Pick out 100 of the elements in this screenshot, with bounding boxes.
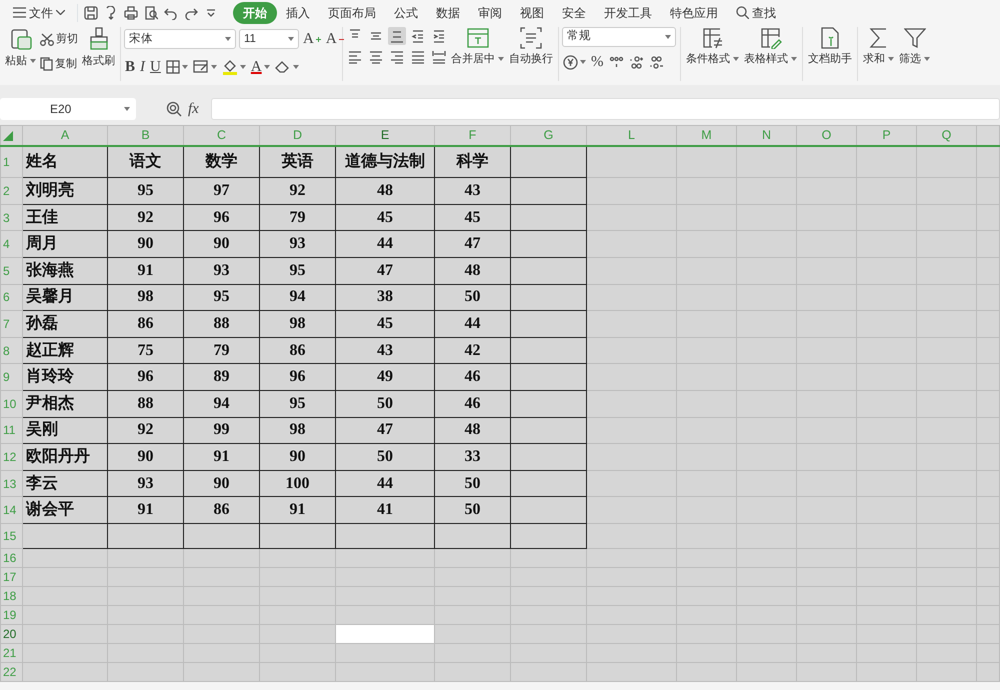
file-menu[interactable]: 文件 xyxy=(4,4,74,22)
row-header[interactable]: 15 xyxy=(0,523,22,548)
row-header[interactable]: 18 xyxy=(0,586,22,606)
column-header[interactable]: D xyxy=(260,126,336,146)
table-cell: 45 xyxy=(434,204,510,231)
row-header[interactable]: 10 xyxy=(0,390,22,418)
row-header[interactable]: 13 xyxy=(0,470,22,497)
font-size-select[interactable]: 11 xyxy=(239,29,299,50)
row-header[interactable]: 11 xyxy=(0,417,22,444)
table-cell: 88 xyxy=(108,390,184,418)
print-preview-icon[interactable] xyxy=(144,6,158,20)
formula-input[interactable] xyxy=(210,98,1000,120)
underline-button[interactable]: U xyxy=(149,54,162,79)
ribbon-tab[interactable]: 安全 xyxy=(553,4,595,22)
row-header[interactable]: 8 xyxy=(0,337,22,364)
borders-button[interactable] xyxy=(164,58,189,75)
decrease-decimal-button[interactable] xyxy=(648,54,664,70)
table-cell: 45 xyxy=(336,204,434,231)
cut-button[interactable]: 剪切 xyxy=(39,30,79,48)
row-header[interactable]: 16 xyxy=(0,548,22,568)
zoom-icon[interactable] xyxy=(166,101,182,117)
ribbon-tab[interactable]: 数据 xyxy=(427,4,469,22)
fill-color-button[interactable] xyxy=(220,58,247,76)
percent-button[interactable]: % xyxy=(590,50,604,74)
column-header[interactable]: C xyxy=(184,126,260,146)
print-icon[interactable] xyxy=(124,6,138,20)
row-header[interactable]: 19 xyxy=(0,605,22,624)
font-select[interactable]: 宋体 xyxy=(124,29,236,50)
undo-icon[interactable] xyxy=(164,6,178,20)
column-header[interactable]: N xyxy=(736,126,796,146)
filter-button[interactable]: 筛选 xyxy=(897,27,932,68)
doc-assistant-button[interactable]: 文档助手 xyxy=(806,27,854,68)
ribbon-tab[interactable]: 特色应用 xyxy=(661,4,727,22)
increase-decimal-button[interactable] xyxy=(628,54,644,70)
ribbon-tab[interactable]: 页面布局 xyxy=(319,4,385,22)
conditional-format-button[interactable]: 条件格式 xyxy=(684,27,741,68)
sum-button[interactable]: 求和 xyxy=(861,27,896,68)
column-header[interactable]: E xyxy=(336,126,434,146)
search-button[interactable]: 查找 xyxy=(727,4,785,22)
ribbon-tab[interactable]: 公式 xyxy=(385,4,427,22)
table-cell: 90 xyxy=(108,230,184,258)
row-header[interactable]: 4 xyxy=(0,230,22,258)
table-cell: 91 xyxy=(108,496,184,524)
font-color-button[interactable]: A xyxy=(250,54,271,79)
save-icon[interactable] xyxy=(84,6,98,20)
menu-icon xyxy=(13,7,26,18)
row-header[interactable]: 12 xyxy=(0,444,22,470)
align-button[interactable] xyxy=(430,48,448,66)
table-cell: 50 xyxy=(336,390,434,418)
row-header[interactable]: 1 xyxy=(0,146,22,178)
grow-font-button[interactable]: A xyxy=(302,27,322,52)
ribbon-tab[interactable]: 审阅 xyxy=(469,4,511,22)
column-header[interactable]: B xyxy=(108,126,184,146)
currency-button[interactable] xyxy=(562,54,587,71)
ribbon-tab[interactable]: 开始 xyxy=(233,2,277,24)
redo-icon[interactable] xyxy=(184,6,198,20)
row-header[interactable]: 22 xyxy=(0,662,22,682)
table-cell: 45 xyxy=(336,310,434,338)
table-cell: 道德与法制 xyxy=(336,146,434,178)
row-header[interactable]: 3 xyxy=(0,204,22,231)
function-button[interactable]: fx xyxy=(188,98,199,120)
name-box[interactable]: E20 xyxy=(0,98,136,120)
italic-button[interactable]: I xyxy=(139,54,146,79)
row-header[interactable]: 2 xyxy=(0,178,22,204)
column-header[interactable]: G xyxy=(510,126,586,146)
bold-button[interactable]: B xyxy=(124,54,136,79)
chevron-icon xyxy=(56,10,65,15)
table-cell: 92 xyxy=(108,417,184,444)
table-style-button[interactable]: 表格样式 xyxy=(742,27,799,68)
ribbon-tab[interactable]: 插入 xyxy=(277,4,319,22)
column-header[interactable]: F xyxy=(434,126,510,146)
cell-style-button[interactable] xyxy=(192,59,218,74)
row-header[interactable]: 9 xyxy=(0,364,22,390)
active-cell[interactable] xyxy=(336,624,434,644)
copy-button[interactable]: 复制 xyxy=(39,54,79,73)
column-header[interactable]: A xyxy=(22,126,108,146)
row-header[interactable]: 20 xyxy=(0,624,22,644)
column-header[interactable]: M xyxy=(676,126,736,146)
row-header[interactable]: 14 xyxy=(0,496,22,524)
column-header[interactable]: P xyxy=(856,126,916,146)
ribbon-tab[interactable]: 视图 xyxy=(511,4,553,22)
row-header[interactable]: 5 xyxy=(0,258,22,284)
number-format-select[interactable]: 常规 xyxy=(562,27,676,47)
column-header[interactable]: L xyxy=(586,126,676,146)
paste-button[interactable]: 粘贴 xyxy=(3,27,38,70)
align-right-icon xyxy=(389,49,405,65)
wrap-text-button[interactable]: 自动换行 xyxy=(507,27,555,68)
clear-button[interactable] xyxy=(274,59,300,74)
row-header[interactable]: 17 xyxy=(0,567,22,586)
ribbon-tab[interactable]: 开发工具 xyxy=(595,4,661,22)
shrink-font-button[interactable]: A xyxy=(324,27,345,52)
row-header[interactable]: 6 xyxy=(0,284,22,311)
merge-center-button[interactable]: 合并居中 xyxy=(449,27,506,68)
row-header[interactable]: 7 xyxy=(0,310,22,338)
table-cell: 94 xyxy=(184,390,260,418)
align-button[interactable] xyxy=(388,27,406,45)
column-header[interactable]: Q xyxy=(916,126,976,146)
format-painter-button[interactable]: 格式刷 xyxy=(80,27,117,70)
row-header[interactable]: 21 xyxy=(0,643,22,662)
column-header[interactable]: O xyxy=(796,126,856,146)
